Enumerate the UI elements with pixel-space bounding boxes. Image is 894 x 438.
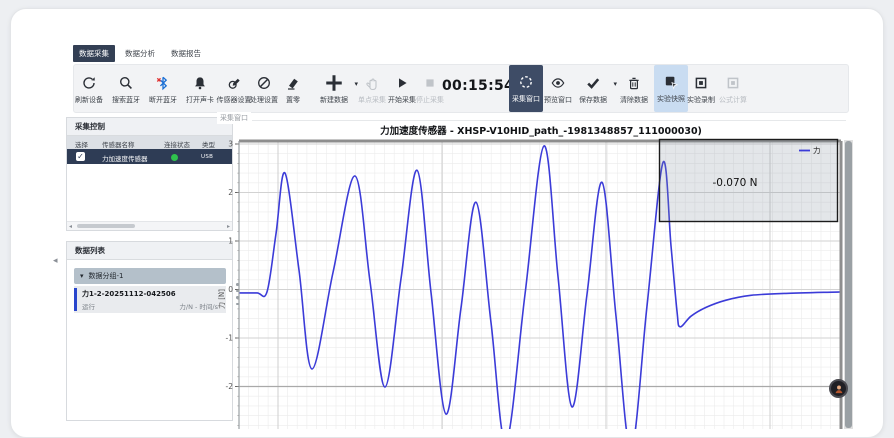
- collect-timer: 00:15:54: [442, 78, 504, 94]
- data-group-row[interactable]: ▾ 数据分组-1: [74, 268, 226, 284]
- check-icon: [585, 72, 601, 94]
- data-list-panel: 数据列表 ▾ 数据分组-1 力1-2-20251112-042506 ⋮ 运行 力…: [66, 241, 233, 421]
- clear-data-button[interactable]: 清除数据: [617, 66, 651, 111]
- tab-data-report[interactable]: 数据报告: [165, 45, 207, 62]
- stop-icon: [422, 72, 438, 94]
- record-icon: [693, 72, 709, 94]
- open-soundcard-button[interactable]: 打开声卡: [183, 66, 217, 111]
- item-accent-bar: [74, 288, 77, 311]
- hscroll-thumb[interactable]: [77, 224, 135, 228]
- tab-data-collect[interactable]: 数据采集: [73, 45, 115, 62]
- dial-icon: [256, 72, 272, 94]
- assistant-avatar-button[interactable]: [829, 379, 848, 398]
- data-list-title: 数据列表: [67, 242, 232, 260]
- item-status: 运行: [82, 301, 95, 311]
- app-window: 数据采集数据分析数据报告 00:15:54 刷新设备 搜索蓝牙 断开蓝牙 打开声…: [10, 8, 884, 438]
- col-conn-status: 连接状态: [164, 139, 190, 149]
- y-tick-label: -2: [226, 382, 234, 391]
- tab-data-analysis[interactable]: 数据分析: [119, 45, 161, 62]
- col-sensor-name: 传感器名称: [102, 139, 135, 149]
- y-tick-label: 2: [228, 188, 233, 197]
- sensor-checkbox[interactable]: ✓: [76, 152, 85, 161]
- data-group-label: 数据分组-1: [89, 272, 124, 280]
- data-list-item[interactable]: 力1-2-20251112-042506 ⋮ 运行 力/N - 时间/s: [74, 286, 226, 313]
- eye-icon: [550, 72, 566, 94]
- disconnect-bluetooth-button[interactable]: 断开蓝牙: [146, 66, 180, 111]
- formula-icon: [725, 72, 741, 94]
- refresh-icon: [81, 72, 97, 94]
- person-icon: [833, 383, 845, 395]
- search-icon: [118, 72, 134, 94]
- status-dot: [171, 154, 178, 161]
- chart-plot-area[interactable]: 3 2 1 0 -1 -2 力 [N] -0.070 N 力: [211, 134, 856, 429]
- y-tick-label: -1: [226, 334, 234, 343]
- formula-calc-button[interactable]: 公式计算: [716, 66, 750, 111]
- play-icon: [394, 72, 410, 94]
- new-data-button[interactable]: 新建数据▾: [317, 66, 351, 111]
- bell-icon: [192, 72, 208, 94]
- set-zero-button[interactable]: 置零: [276, 66, 310, 111]
- table-hscrollbar[interactable]: ◂ ▸: [67, 221, 232, 230]
- main-toolbar: 00:15:54 刷新设备 搜索蓝牙 断开蓝牙 打开声卡 传感器设置 处理设置 …: [73, 64, 849, 113]
- save-data-button[interactable]: 保存数据▾: [576, 66, 610, 111]
- dashed-circle-icon: [518, 71, 534, 93]
- bluetooth-off-icon: [155, 72, 171, 94]
- collect-window-button[interactable]: 采集窗口: [509, 65, 543, 112]
- table-row-sensor[interactable]: ✓ 力加速度传感器 USB: [67, 149, 232, 164]
- snapshot-icon: [663, 71, 679, 93]
- hand-icon: [364, 72, 380, 94]
- single-point-button[interactable]: 单点采集: [355, 66, 389, 111]
- chevron-down-icon[interactable]: ▾: [80, 272, 84, 280]
- y-axis-label: 力 [N]: [217, 289, 226, 309]
- y-tick-label: 0: [228, 285, 233, 294]
- collect-control-title: 采集控制: [67, 118, 232, 136]
- sensor-table-header: 选择 传感器名称 连接状态 类型: [67, 136, 232, 149]
- experiment-record-button[interactable]: 实验录制: [684, 66, 718, 111]
- experiment-snapshot-button[interactable]: 实验快照: [654, 65, 688, 112]
- scroll-left-arrow-icon[interactable]: ◂: [69, 223, 72, 230]
- collect-control-panel: 采集控制 选择 传感器名称 连接状态 类型 ✓ 力加速度传感器 USB ◂ ▸: [66, 117, 233, 231]
- divider: [252, 120, 846, 121]
- y-tick-label: 1: [228, 237, 233, 246]
- legend-entry-force: 力: [813, 145, 821, 155]
- preview-window-button[interactable]: 预览窗口: [541, 66, 575, 111]
- trash-icon: [626, 72, 642, 94]
- main-tabbar: 数据采集数据分析数据报告: [73, 45, 207, 62]
- refresh-device-button[interactable]: 刷新设备: [72, 66, 106, 111]
- y-tick-label: 3: [228, 140, 233, 149]
- stop-collect-button[interactable]: 停止采集: [413, 66, 447, 111]
- pen-icon: [285, 72, 301, 94]
- annotation-value: -0.070 N: [712, 177, 757, 189]
- plus-icon: [324, 72, 344, 94]
- search-bluetooth-button[interactable]: 搜索蓝牙: [109, 66, 143, 111]
- sidebar-collapse-icon[interactable]: ◂: [53, 256, 58, 266]
- sensor-name: 力加速度传感器: [102, 153, 148, 163]
- sensor-icon: [226, 72, 242, 94]
- col-select: 选择: [75, 139, 88, 149]
- item-title: 力1-2-20251112-042506: [82, 289, 176, 299]
